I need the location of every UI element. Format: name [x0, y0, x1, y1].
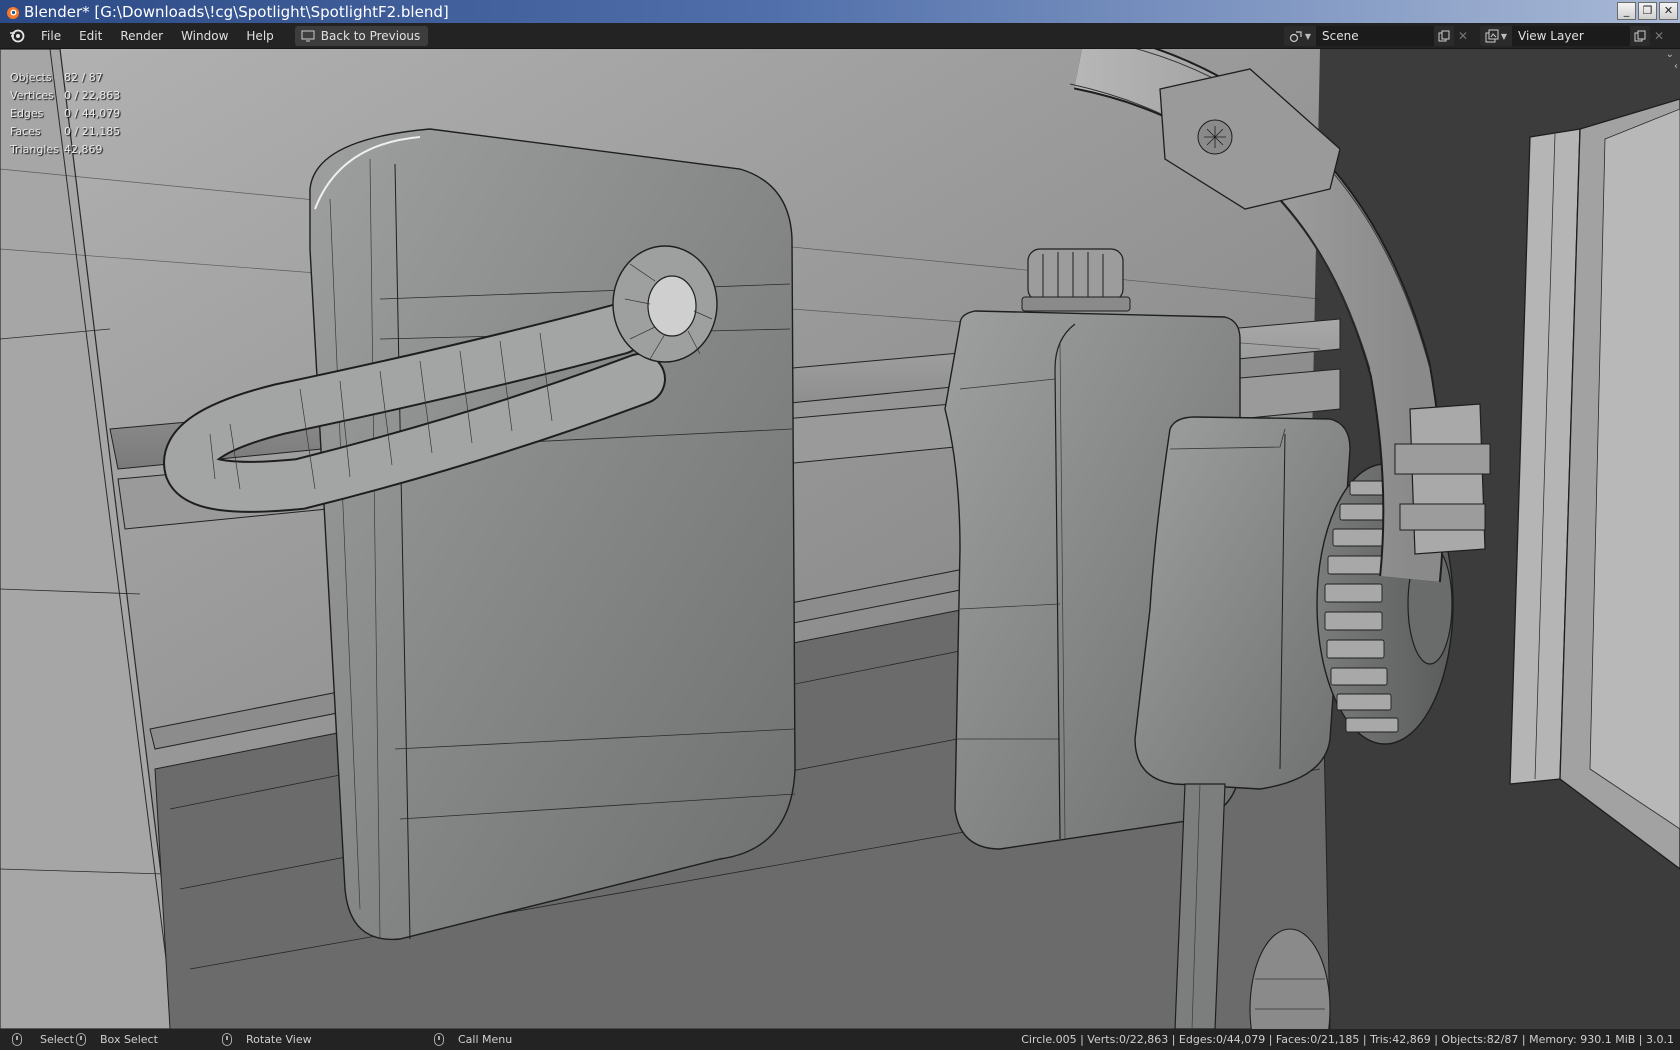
chevron-down-icon: ▼: [1500, 31, 1508, 41]
new-scene-button[interactable]: [1434, 26, 1454, 46]
menu-file[interactable]: File: [32, 23, 70, 49]
stat-label: Vertices: [10, 89, 54, 102]
close-button[interactable]: ✕: [1659, 2, 1678, 20]
status-call-menu-hint: Call Menu: [434, 1033, 512, 1046]
scene-name-field[interactable]: Scene: [1316, 26, 1434, 46]
delete-scene-icon[interactable]: ✕: [1454, 26, 1472, 46]
duplicate-icon: [1634, 30, 1646, 42]
status-bar: Select Box Select Rotate View Call Menu …: [0, 1029, 1680, 1050]
blender-logo-icon[interactable]: [8, 27, 26, 45]
stat-label: Objects: [10, 71, 52, 84]
new-view-layer-button[interactable]: [1630, 26, 1650, 46]
menu-help[interactable]: Help: [237, 23, 282, 49]
scene-selector: ▼ Scene ✕: [1284, 26, 1472, 46]
screen-icon: [301, 30, 315, 41]
stat-value: 0 / 22,863: [64, 89, 121, 102]
minimize-button[interactable]: _: [1617, 2, 1636, 20]
stat-value: 42,869: [64, 143, 103, 156]
scene-statistics-info: Circle.005 | Verts:0/22,863 | Edges:0/44…: [1021, 1033, 1674, 1046]
stat-value: 0 / 44,079: [64, 107, 121, 120]
menu-edit[interactable]: Edit: [70, 23, 111, 49]
stat-triangles: Triangles 42,869: [10, 141, 120, 159]
view-layer-selector: ▼ View Layer ✕: [1480, 26, 1668, 46]
3d-viewport[interactable]: Objects 82 / 87 Vertices 0 / 22,863 Edge…: [0, 49, 1680, 1029]
back-to-previous-button[interactable]: Back to Previous: [294, 25, 429, 46]
stat-label: Edges: [10, 107, 44, 120]
restore-button[interactable]: ❐: [1638, 2, 1657, 20]
rotate-view-hint-label: Rotate View: [246, 1033, 312, 1046]
back-to-previous-label: Back to Previous: [320, 28, 421, 43]
stat-objects: Objects 82 / 87: [10, 69, 120, 87]
scene-icon: [1289, 31, 1302, 43]
chevron-down-icon: ▼: [1304, 31, 1312, 41]
view-layer-icon: [1485, 29, 1499, 43]
stat-label: Faces: [10, 125, 41, 138]
delete-view-layer-icon[interactable]: ✕: [1650, 26, 1668, 46]
blender-app-icon: [7, 6, 19, 19]
window-title: Blender* [G:\Downloads\!cg\Spotlight\Spo…: [24, 2, 449, 21]
box-select-hint-label: Box Select: [100, 1033, 158, 1046]
mouse-right-icon: [434, 1033, 444, 1046]
scene-browse-button[interactable]: ▼: [1284, 26, 1316, 46]
mouse-left-icon: [12, 1033, 22, 1046]
view-layer-name-field[interactable]: View Layer: [1512, 26, 1630, 46]
stat-label: Triangles: [10, 143, 59, 156]
stat-value: 82 / 87: [64, 71, 103, 84]
top-menubar: File Edit Render Window Help Back to Pre…: [0, 23, 1680, 49]
stat-faces: Faces 0 / 21,185: [10, 123, 120, 141]
status-select-hint: Select: [12, 1033, 74, 1046]
select-hint-label: Select: [40, 1033, 74, 1046]
header-collapse-arrow-icon[interactable]: ⌄: [1666, 49, 1674, 60]
window-titlebar: Blender* [G:\Downloads\!cg\Spotlight\Spo…: [0, 0, 1680, 23]
view-layer-browse-button[interactable]: ▼: [1480, 26, 1512, 46]
status-rotate-hint: Rotate View: [222, 1033, 312, 1046]
sidebar-toggle-arrow-icon[interactable]: ‹: [1674, 61, 1678, 72]
mouse-drag-icon: [76, 1033, 86, 1046]
stat-value: 0 / 21,185: [64, 125, 121, 138]
viewport-statistics: Objects 82 / 87 Vertices 0 / 22,863 Edge…: [10, 69, 120, 159]
menu-render[interactable]: Render: [111, 23, 172, 49]
call-menu-hint-label: Call Menu: [458, 1033, 513, 1046]
viewport-render[interactable]: [0, 49, 1680, 1029]
duplicate-icon: [1438, 30, 1450, 42]
mouse-middle-icon: [222, 1033, 232, 1046]
menu-window[interactable]: Window: [172, 23, 237, 49]
stat-edges: Edges 0 / 44,079: [10, 105, 120, 123]
status-box-select-hint: Box Select: [76, 1033, 158, 1046]
stat-vertices: Vertices 0 / 22,863: [10, 87, 120, 105]
